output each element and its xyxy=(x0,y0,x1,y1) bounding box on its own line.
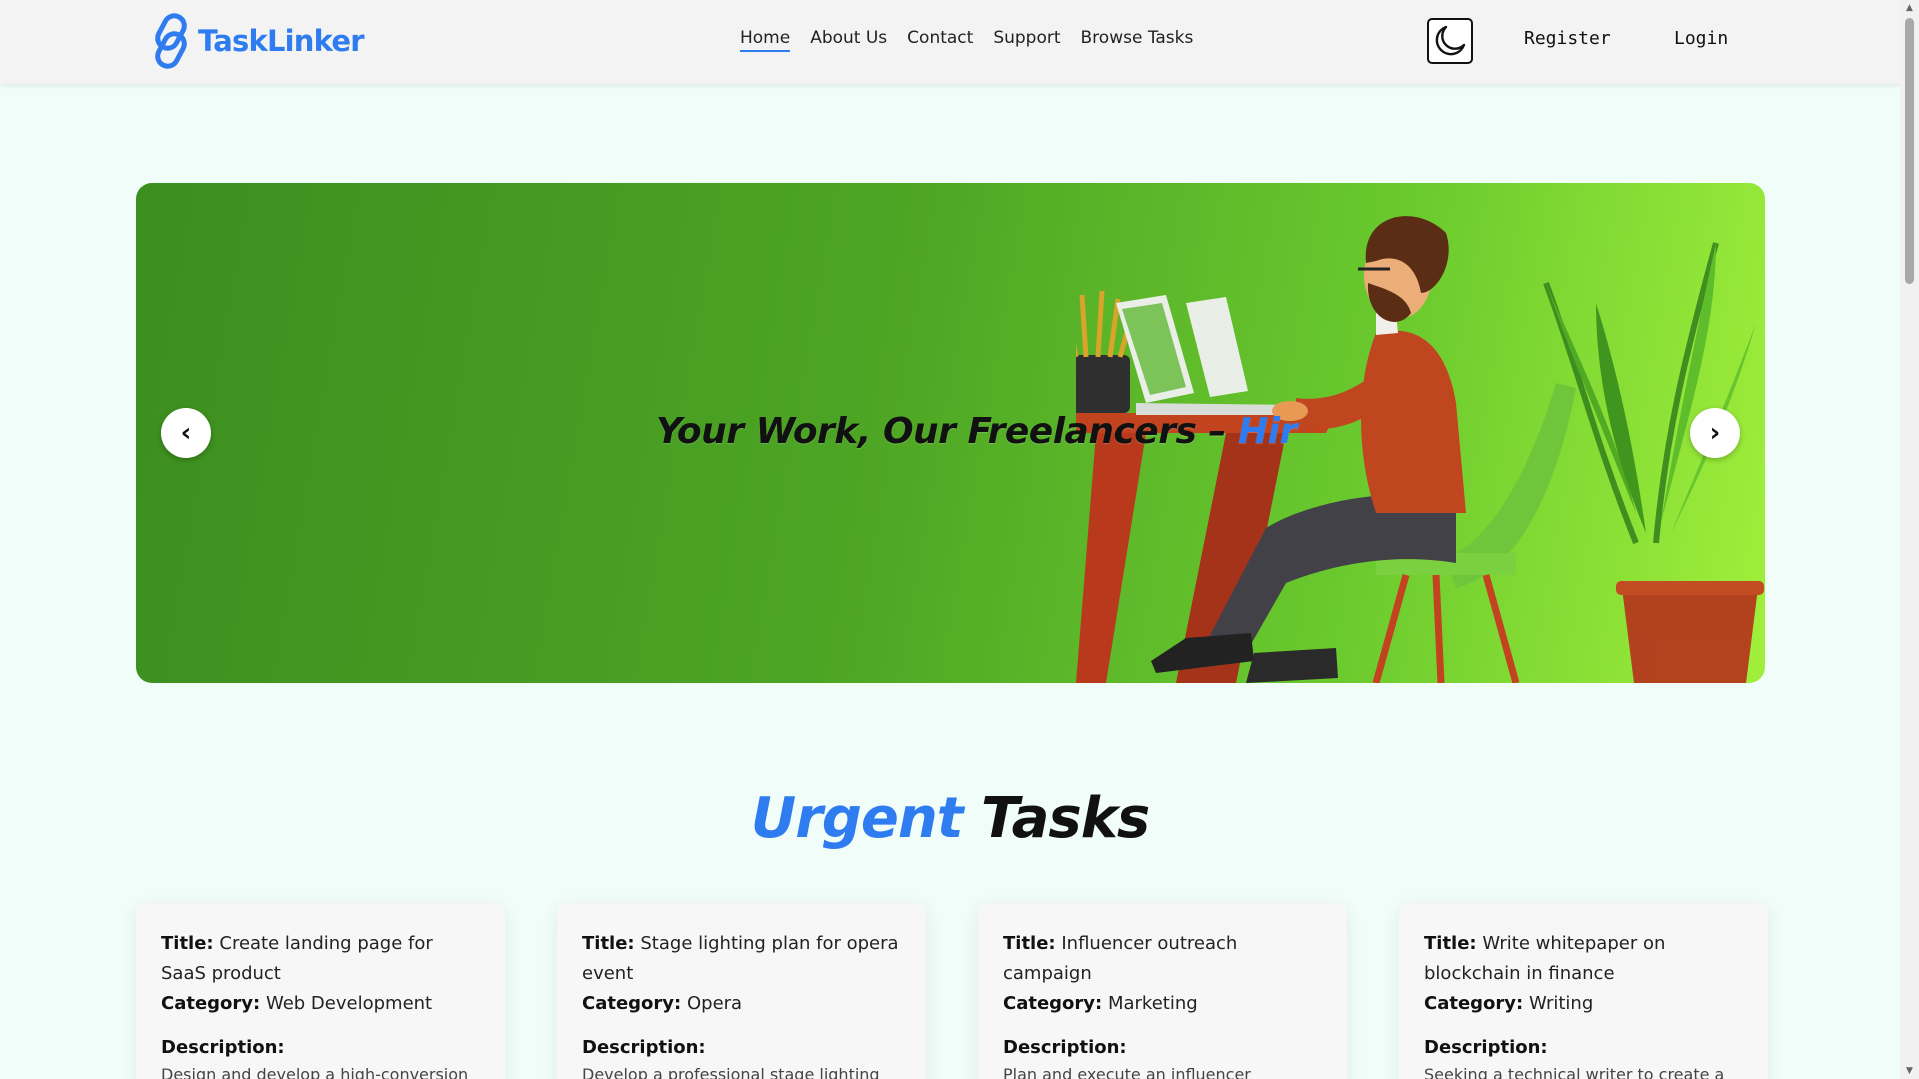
task-description: Plan and execute an influencer outreach … xyxy=(1003,1065,1251,1079)
brand-logo[interactable]: TaskLinker xyxy=(150,13,365,69)
task-description-label: Description: xyxy=(1003,1037,1127,1058)
urgent-tasks-heading-accent: Urgent xyxy=(750,786,964,851)
register-button[interactable]: Register xyxy=(1524,28,1611,49)
urgent-task-list: Title: Create landing page for SaaS prod… xyxy=(136,903,1768,1079)
plant xyxy=(1543,242,1764,683)
main-nav: Home About Us Contact Support Browse Tas… xyxy=(740,28,1193,52)
login-button[interactable]: Login xyxy=(1674,28,1728,49)
task-category: Opera xyxy=(686,993,743,1014)
task-title-label: Title: xyxy=(1003,933,1056,954)
task-title-label: Title: xyxy=(582,933,635,954)
task-title-label: Title: xyxy=(161,933,214,954)
hero-carousel: Your Work, Our Freelancers – Hir ‹ › xyxy=(136,183,1765,683)
task-category-label: Category: xyxy=(161,993,261,1014)
scroll-up-arrow-icon[interactable]: ▲ xyxy=(1900,0,1919,16)
theme-toggle-button[interactable] xyxy=(1427,18,1473,64)
hero-headline: Your Work, Our Freelancers – Hir xyxy=(656,411,1297,452)
task-category: Writing xyxy=(1528,993,1594,1014)
laptops xyxy=(1116,295,1306,415)
task-description-label: Description: xyxy=(161,1037,285,1058)
task-title-line: Title: Stage lighting plan for opera eve… xyxy=(582,929,902,989)
page-scrollbar[interactable]: ▲ ▼ xyxy=(1900,0,1919,1079)
scroll-down-arrow-icon[interactable]: ▼ xyxy=(1900,1063,1919,1079)
nav-link-about-us[interactable]: About Us xyxy=(810,28,887,52)
task-category-line: Category: Web Development xyxy=(161,989,481,1019)
scrollbar-thumb[interactable] xyxy=(1905,18,1914,284)
carousel-next-button[interactable]: › xyxy=(1690,408,1740,458)
task-description-label: Description: xyxy=(1424,1037,1548,1058)
task-category-label: Category: xyxy=(1424,993,1524,1014)
task-card[interactable]: Title: Create landing page for SaaS prod… xyxy=(136,903,505,1079)
task-category: Marketing xyxy=(1107,993,1198,1014)
moon-icon xyxy=(1435,25,1466,56)
carousel-prev-button[interactable]: ‹ xyxy=(161,408,211,458)
task-category-line: Category: Writing xyxy=(1424,989,1744,1019)
urgent-tasks-heading: Urgent Tasks xyxy=(0,786,1900,851)
task-description: Develop a professional stage lighting xyxy=(582,1065,880,1079)
task-category-line: Category: Marketing xyxy=(1003,989,1323,1019)
nav-link-support[interactable]: Support xyxy=(993,28,1060,52)
task-category-line: Category: Opera xyxy=(582,989,902,1019)
task-category-label: Category: xyxy=(582,993,682,1014)
task-description: Seeking a technical writer to create a xyxy=(1424,1065,1725,1079)
urgent-tasks-heading-rest: Tasks xyxy=(962,786,1150,851)
hero-headline-main: Your Work, Our Freelancers – xyxy=(656,411,1238,452)
task-description: Design and develop a high-conversion xyxy=(161,1065,469,1079)
nav-link-home[interactable]: Home xyxy=(740,28,791,52)
task-description-label: Description: xyxy=(582,1037,706,1058)
brand-name: TaskLinker xyxy=(198,24,365,58)
nav-link-browse-tasks[interactable]: Browse Tasks xyxy=(1081,28,1194,52)
link-icon xyxy=(155,13,187,69)
task-card[interactable]: Title: Write whitepaper on blockchain in… xyxy=(1399,903,1768,1079)
task-card[interactable]: Title: Influencer outreach campaign Cate… xyxy=(978,903,1347,1079)
task-category-label: Category: xyxy=(1003,993,1103,1014)
nav-link-contact[interactable]: Contact xyxy=(907,28,973,52)
hero-headline-accent: Hir xyxy=(1237,411,1297,452)
task-title-line: Title: Create landing page for SaaS prod… xyxy=(161,929,481,989)
task-title-label: Title: xyxy=(1424,933,1477,954)
task-title-line: Title: Influencer outreach campaign xyxy=(1003,929,1323,989)
task-card[interactable]: Title: Stage lighting plan for opera eve… xyxy=(557,903,926,1079)
task-category: Web Development xyxy=(265,993,433,1014)
task-title-line: Title: Write whitepaper on blockchain in… xyxy=(1424,929,1744,989)
top-navbar: TaskLinker Home About Us Contact Support… xyxy=(0,0,1900,84)
